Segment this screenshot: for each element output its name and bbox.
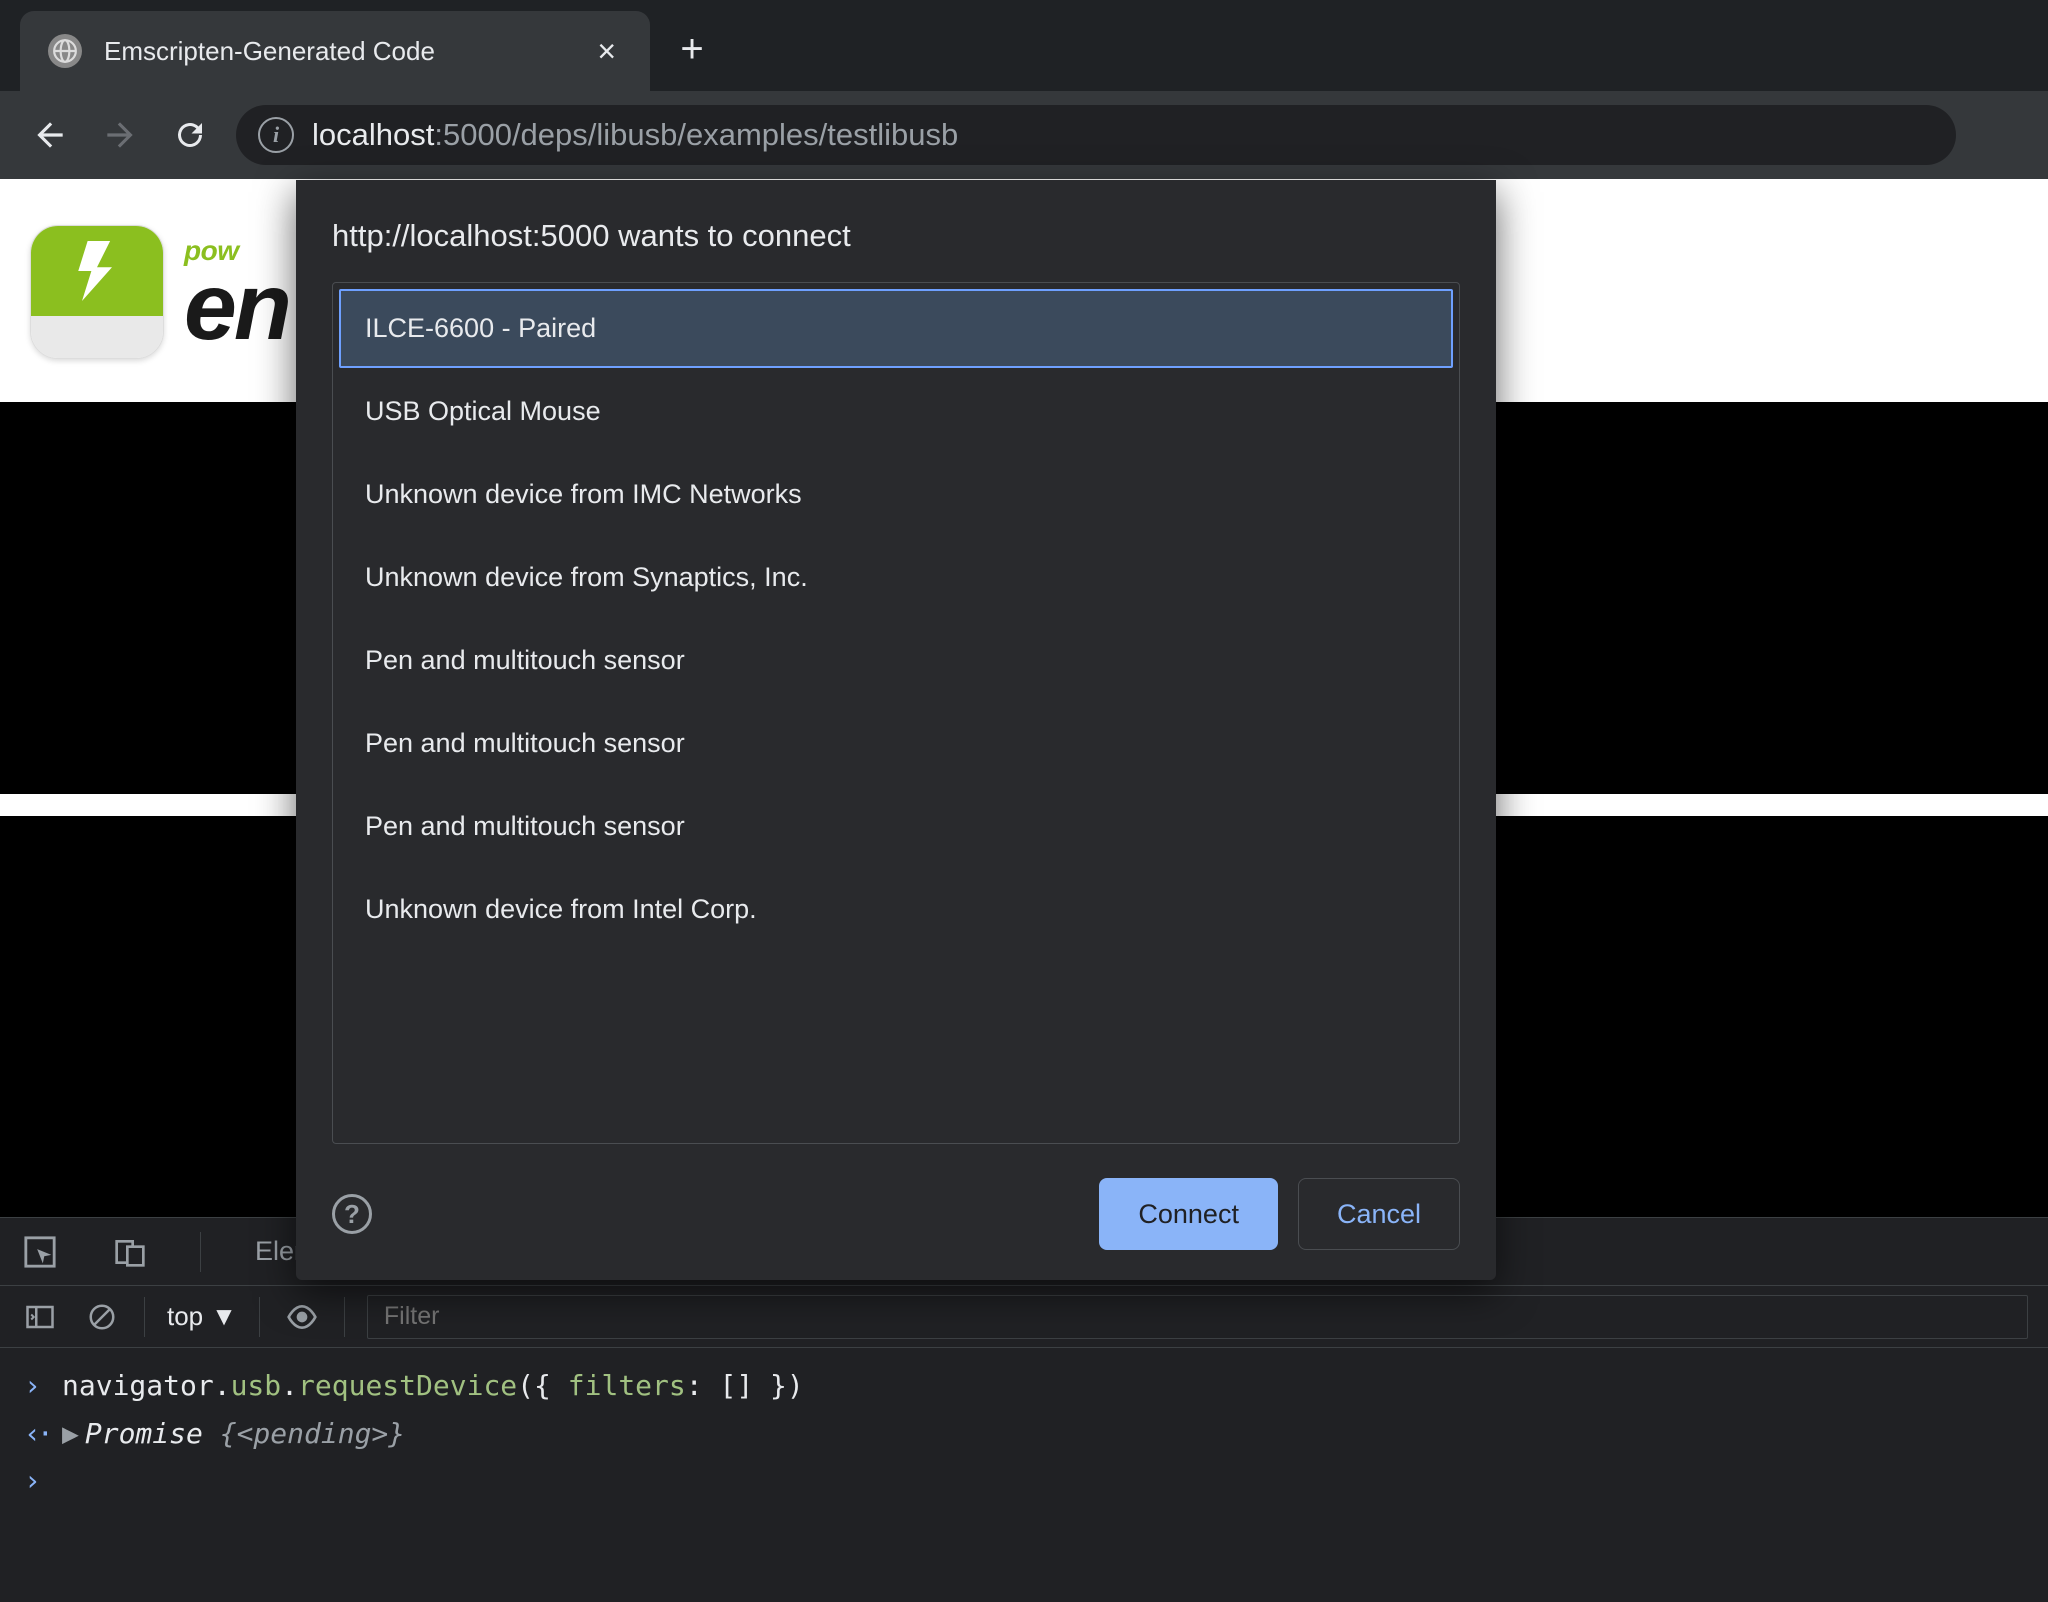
new-tab-button[interactable]: + [662,19,722,79]
console-prompt[interactable] [24,1457,2024,1505]
console-toolbar: top ▼ [0,1286,2048,1348]
device-item[interactable]: Pen and multitouch sensor [339,621,1453,700]
emscripten-title: pow en [184,235,289,348]
dialog-title: http://localhost:5000 wants to connect [332,218,1460,254]
device-item[interactable]: Pen and multitouch sensor [339,704,1453,783]
device-toolbar-icon[interactable] [110,1232,150,1272]
reload-button[interactable] [166,111,214,159]
device-item[interactable]: Unknown device from IMC Networks [339,455,1453,534]
console-input-text: navigator.usb.requestDevice({ filters: [… [62,1362,804,1410]
device-item[interactable]: Pen and multitouch sensor [339,787,1453,866]
url-port: :5000 [434,117,512,152]
input-caret-icon [24,1362,46,1410]
emscripten-wordmark: en [184,267,289,348]
site-info-icon[interactable]: i [258,117,294,153]
chevron-down-icon: ▼ [211,1301,237,1332]
globe-icon [48,34,82,68]
sidebar-toggle-icon[interactable] [20,1297,60,1337]
help-icon[interactable]: ? [332,1194,372,1234]
clear-console-icon[interactable] [82,1297,122,1337]
console-output[interactable]: navigator.usb.requestDevice({ filters: [… [0,1348,2048,1602]
usb-permission-dialog: http://localhost:5000 wants to connect I… [296,180,1496,1280]
prompt-caret-icon [24,1457,46,1505]
filter-input[interactable] [367,1295,2028,1339]
inspect-element-icon[interactable] [20,1232,60,1272]
output-caret-icon [24,1410,46,1458]
console-output-text: ▶Promise {<pending>} [62,1410,405,1458]
device-item[interactable]: Unknown device from Synaptics, Inc. [339,538,1453,617]
back-button[interactable] [26,111,74,159]
forward-button[interactable] [96,111,144,159]
device-item[interactable]: Unknown device from Intel Corp. [339,870,1453,949]
url-host: localhost [312,117,434,152]
close-icon[interactable]: × [591,33,622,70]
device-list[interactable]: ILCE-6600 - PairedUSB Optical MouseUnkno… [332,282,1460,1144]
tab-strip: Emscripten-Generated Code × + [0,0,2048,91]
page-url: localhost:5000/deps/libusb/examples/test… [312,117,958,153]
cancel-button[interactable]: Cancel [1298,1178,1460,1250]
console-input-line: navigator.usb.requestDevice({ filters: [… [24,1362,2024,1410]
url-path: /deps/libusb/examples/testlibusb [512,117,958,152]
live-expression-icon[interactable] [282,1297,322,1337]
device-item[interactable]: USB Optical Mouse [339,372,1453,451]
context-selector[interactable]: top ▼ [167,1301,237,1332]
browser-toolbar: i localhost:5000/deps/libusb/examples/te… [0,91,2048,179]
connect-button[interactable]: Connect [1099,1178,1278,1250]
device-item[interactable]: ILCE-6600 - Paired [339,289,1453,368]
emscripten-logo-icon [30,225,164,359]
context-label: top [167,1301,203,1332]
browser-tab[interactable]: Emscripten-Generated Code × [20,11,650,91]
address-bar[interactable]: i localhost:5000/deps/libusb/examples/te… [236,105,1956,165]
tab-title: Emscripten-Generated Code [104,36,569,67]
console-output-line: ▶Promise {<pending>} [24,1410,2024,1458]
